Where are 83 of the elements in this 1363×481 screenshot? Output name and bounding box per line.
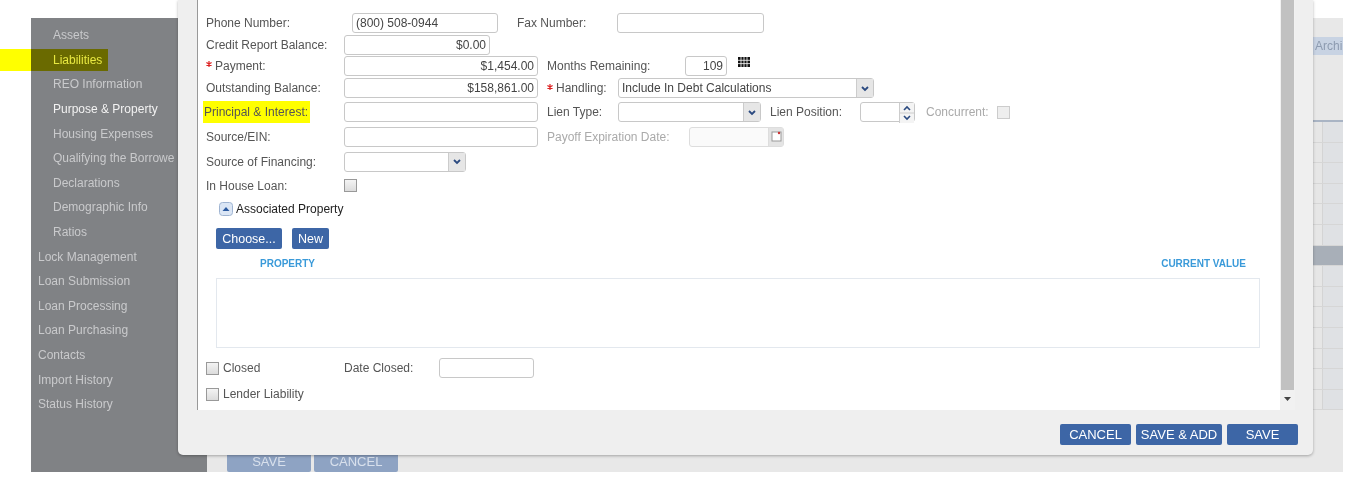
input-field[interactable] — [344, 102, 538, 122]
field-label: Source of Financing: — [206, 154, 317, 169]
checkbox[interactable] — [206, 361, 219, 375]
table-row[interactable] — [1313, 389, 1343, 411]
sidebar-item[interactable]: Declarations — [53, 171, 120, 194]
field-label: Source/EIN: — [206, 129, 271, 144]
table-row[interactable] — [1313, 369, 1343, 390]
checkbox[interactable] — [344, 179, 357, 192]
sidebar-item[interactable]: Assets — [53, 24, 89, 47]
table-row[interactable] — [1313, 327, 1343, 349]
field-label: Phone Number: — [206, 16, 291, 30]
date-field[interactable] — [689, 126, 784, 147]
sidebar-item[interactable]: Contacts — [38, 344, 86, 366]
input-field[interactable]: $158,861.00 — [344, 78, 538, 98]
chevron-down-icon — [452, 158, 462, 165]
checkbox-label: Lender Liability — [223, 387, 304, 401]
field-label: In House Loan: — [206, 178, 288, 193]
sidebar-item[interactable]: Lock Management — [38, 245, 137, 268]
dropdown[interactable] — [344, 151, 466, 172]
field-label: Lien Position: — [770, 105, 843, 119]
scroll-down-icon[interactable] — [1284, 397, 1291, 401]
field-label: Outstanding Balance: — [206, 81, 321, 95]
field-label: Principal & Interest: — [203, 101, 311, 123]
input-field[interactable]: (800) 508-0944 — [352, 13, 498, 33]
field-label: Months Remaining: — [547, 58, 651, 73]
button[interactable]: CANCEL — [1060, 423, 1131, 445]
field-label: Handling: — [556, 81, 607, 95]
sidebar-item[interactable]: Liabilities — [0, 48, 109, 71]
grid-icon[interactable] — [738, 57, 750, 67]
table-row[interactable] — [1313, 122, 1343, 143]
table-row[interactable] — [1313, 286, 1343, 308]
sidebar-item[interactable]: Loan Submission — [38, 270, 131, 293]
spinner-field[interactable] — [860, 102, 915, 122]
table-row[interactable] — [1313, 204, 1343, 225]
sidebar-item[interactable]: Qualifying the Borrowe — [53, 147, 175, 170]
table-row[interactable] — [1313, 348, 1343, 370]
table-row[interactable] — [1313, 163, 1343, 184]
checkbox-label: Closed — [223, 361, 261, 375]
sidebar-item[interactable]: Status History — [38, 393, 113, 416]
scrollbar-thumb[interactable] — [1281, 0, 1294, 390]
input-field[interactable]: 109 — [685, 55, 727, 76]
table-row[interactable] — [1313, 307, 1343, 328]
input-field[interactable] — [617, 13, 764, 33]
field-label: Concurrent: — [926, 105, 989, 119]
field-label: Payoff Expiration Date: — [547, 129, 670, 144]
input-field[interactable] — [439, 358, 534, 378]
table-row[interactable] — [1313, 142, 1343, 164]
field-label: Credit Report Balance: — [206, 37, 328, 52]
collapse-icon[interactable] — [219, 202, 233, 216]
sidebar-item[interactable]: REO Information — [53, 73, 143, 96]
sidebar-item[interactable]: Loan Processing — [38, 294, 128, 317]
button[interactable]: New — [292, 228, 329, 249]
field-label: Fax Number: — [517, 16, 587, 30]
sidebar-item[interactable]: Import History — [38, 368, 113, 391]
table-row[interactable] — [1313, 266, 1343, 287]
input-field[interactable] — [344, 126, 538, 147]
sidebar-item[interactable]: Housing Expenses — [53, 122, 154, 145]
dropdown[interactable] — [618, 102, 761, 122]
button[interactable]: SAVE & ADD — [1136, 423, 1222, 445]
chevron-down-icon — [747, 108, 757, 116]
column-header[interactable]: CURRENT VALUE — [1161, 258, 1246, 269]
chevron-down-icon — [860, 84, 870, 92]
sidebar-item[interactable]: Demographic Info — [53, 196, 148, 219]
scrollbar[interactable] — [1280, 0, 1295, 410]
dropdown[interactable]: Include In Debt Calculations — [618, 78, 874, 98]
field-label: Date Closed: — [344, 361, 415, 375]
input-field[interactable]: $1,454.00 — [344, 55, 538, 76]
calendar-icon[interactable] — [768, 127, 783, 146]
checkbox[interactable] — [206, 387, 219, 401]
stepper-icon[interactable] — [899, 103, 914, 123]
sidebar-item[interactable]: Loan Purchasing — [38, 319, 129, 342]
section-title: Associated Property — [236, 202, 344, 216]
button[interactable]: Choose... — [216, 228, 282, 249]
table-row[interactable] — [1313, 224, 1343, 246]
sidebar-item[interactable]: Ratios — [53, 221, 87, 244]
tab[interactable]: Archi — [1313, 37, 1343, 55]
table-row[interactable] — [1313, 183, 1343, 205]
field-label: Lien Type: — [547, 105, 603, 119]
input-field[interactable]: $0.00 — [344, 34, 490, 55]
button[interactable]: SAVE — [1227, 423, 1298, 445]
column-header[interactable]: PROPERTY — [260, 258, 315, 269]
field-label: Payment: — [215, 58, 266, 73]
sidebar-item[interactable]: Purpose & Property — [53, 98, 158, 121]
